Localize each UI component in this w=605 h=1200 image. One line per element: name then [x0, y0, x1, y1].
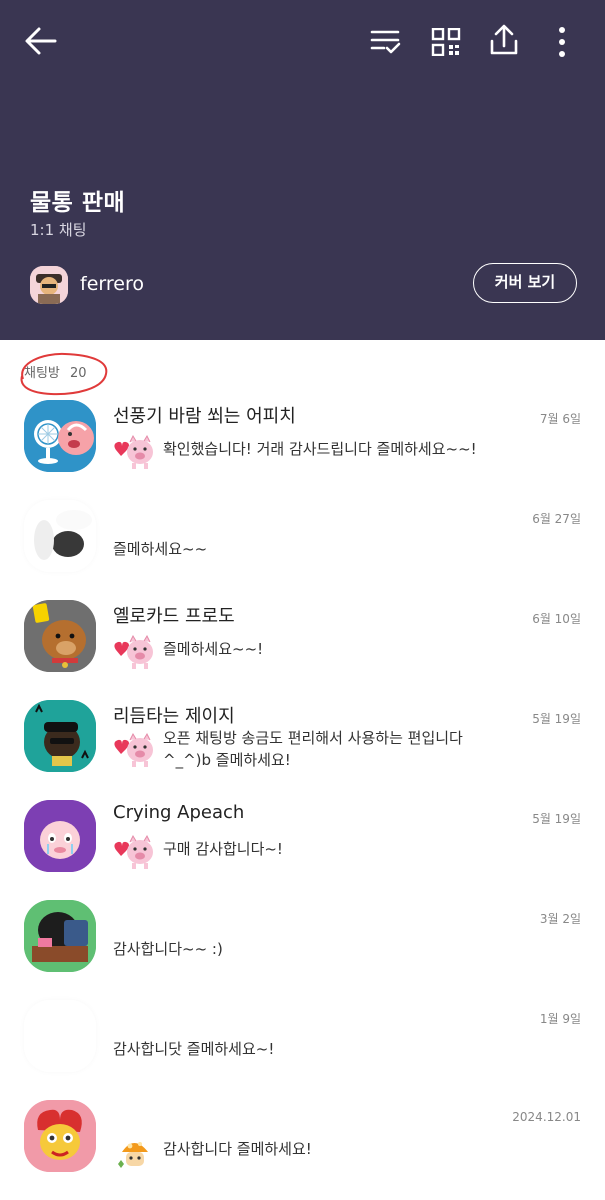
arrow-left-icon[interactable] — [24, 26, 58, 56]
pig-sticker-icon — [112, 432, 156, 472]
avatar — [24, 1100, 96, 1172]
last-message-date: 6월 27일 — [532, 512, 581, 526]
last-message: 즐메하세요~~! — [163, 640, 264, 658]
last-message: 감사합니닷 즐메하세요~! — [113, 1040, 275, 1058]
chat-room-row[interactable]: 선풍기 바람 쐬는 어피치 7월 6일 확인했습니다! 거래 감사드립니다 즐메… — [0, 400, 605, 500]
last-message-date: 3월 2일 — [539, 912, 581, 926]
last-message-date: 5월 19일 — [532, 712, 581, 726]
red-circle-annotation — [20, 352, 108, 396]
more-vertical-icon[interactable] — [556, 26, 568, 58]
chat-room-row[interactable]: Crying Apeach 5월 19일 구매 감사합니다~! — [0, 800, 605, 900]
last-message: 구매 감사합니다~! — [163, 840, 283, 858]
share-icon[interactable] — [489, 24, 519, 56]
chat-room-row[interactable]: 리듬타는 제이지 5월 19일 오픈 채팅방 송금도 편리해서 사용하는 편입니… — [0, 700, 605, 800]
pig-sticker-icon — [112, 632, 156, 672]
last-message-line: ^_^)b 즐메하세요! — [163, 751, 291, 769]
avatar — [24, 800, 96, 872]
last-message: 즐메하세요~~ — [113, 540, 208, 558]
chat-room-row[interactable]: 옐로카드 프로도 6월 10일 즐메하세요~~! — [0, 600, 605, 700]
last-message-date: 7월 6일 — [539, 412, 581, 426]
chat-room-name: 선풍기 바람 쐬는 어피치 — [113, 406, 296, 427]
room-header: 물통 판매 1:1 채팅 ferrero 커버 보기 — [0, 0, 605, 340]
mushroom-sticker-icon — [112, 1132, 156, 1172]
chat-room-name: 옐로카드 프로도 — [113, 606, 235, 627]
owner-name[interactable]: ferrero — [80, 273, 144, 295]
chat-room-row[interactable]: 1월 9일 감사합니닷 즐메하세요~! — [0, 1000, 605, 1100]
chat-room-row[interactable]: 2024.12.01 감사합니다 즐메하세요! — [0, 1100, 605, 1200]
last-message-date: 1월 9일 — [539, 1012, 581, 1026]
avatar — [24, 400, 96, 472]
room-subtitle: 1:1 채팅 — [30, 221, 87, 239]
last-message-date: 6월 10일 — [532, 612, 581, 626]
chat-room-name: Crying Apeach — [113, 802, 245, 823]
chat-room-row[interactable]: 3월 2일 감사합니다~~ :) — [0, 900, 605, 1000]
last-message: 감사합니다 즐메하세요! — [163, 1140, 312, 1158]
pig-sticker-icon — [112, 832, 156, 872]
qr-code-icon[interactable] — [431, 28, 461, 56]
list-check-icon[interactable] — [370, 28, 402, 56]
last-message: 감사합니다~~ :) — [113, 940, 223, 958]
cover-view-button[interactable]: 커버 보기 — [473, 263, 577, 303]
avatar — [24, 1000, 96, 1072]
last-message: 오픈 채팅방 송금도 편리해서 사용하는 편입니다 ^_^)b 즐메하세요! — [163, 727, 463, 771]
avatar — [24, 500, 96, 572]
last-message-date: 5월 19일 — [532, 812, 581, 826]
pig-sticker-icon — [112, 730, 156, 770]
last-message: 확인했습니다! 거래 감사드립니다 즐메하세요~~! — [163, 440, 477, 458]
room-title: 물통 판매 — [30, 190, 126, 216]
last-message-date: 2024.12.01 — [512, 1110, 581, 1124]
avatar — [24, 600, 96, 672]
owner-avatar[interactable] — [30, 266, 68, 304]
last-message-line: 오픈 채팅방 송금도 편리해서 사용하는 편입니다 — [163, 729, 463, 747]
avatar — [24, 900, 96, 972]
avatar — [24, 700, 96, 772]
chat-room-name: 리듬타는 제이지 — [113, 706, 235, 727]
chat-room-row[interactable]: 6월 27일 즐메하세요~~ — [0, 500, 605, 600]
